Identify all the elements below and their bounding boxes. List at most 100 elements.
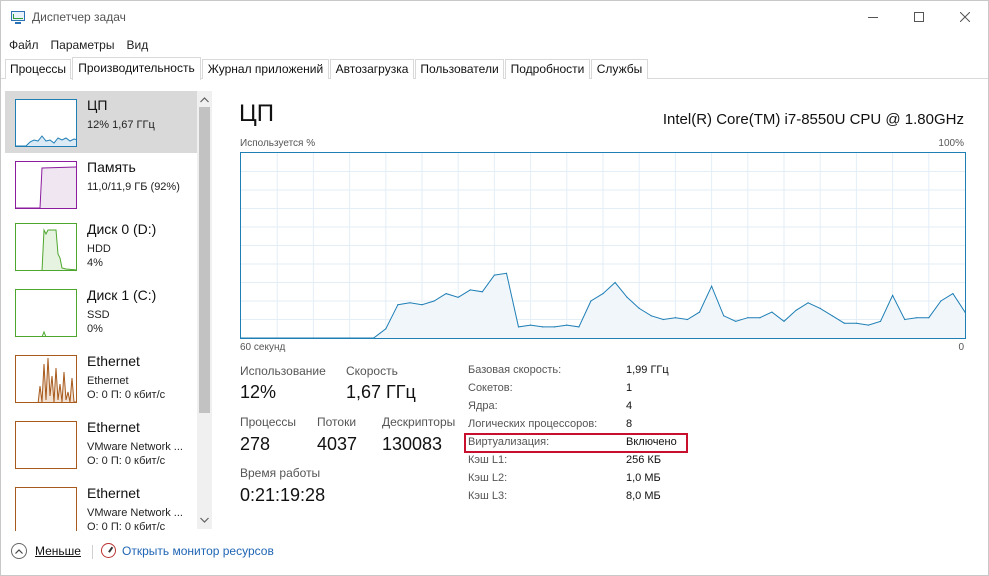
menu-view[interactable]: Вид <box>120 35 154 55</box>
cpu-usage-point <box>807 302 809 304</box>
close-button[interactable] <box>942 1 988 33</box>
cpu-usage-point <box>711 285 713 287</box>
sidebar-item-title: ЦП <box>87 97 108 113</box>
sidebar-item-detail: VMware Network ... <box>87 441 183 453</box>
cpu-usage-point <box>590 300 592 302</box>
uptime-label: Время работы <box>240 466 321 480</box>
cpu-usage-point <box>433 300 435 302</box>
menu-file[interactable]: Файл <box>3 35 45 55</box>
sidebar-item-ethernet-2[interactable]: Ethernet VMware Network ... О: 0 П: 0 кб… <box>5 413 197 475</box>
usage-value: 12% <box>240 382 277 402</box>
sidebar-item-detail: 12% 1,67 ГГц <box>87 119 155 131</box>
cpu-usage-point <box>747 317 749 319</box>
cpu-usage-point <box>542 326 544 328</box>
cpu-usage-point <box>554 326 556 328</box>
usage-label: Использование <box>240 364 326 378</box>
logical-processors-value: 8 <box>626 418 633 430</box>
open-resource-monitor-link[interactable]: Открыть монитор ресурсов <box>101 543 274 558</box>
minimize-button[interactable] <box>850 1 896 33</box>
graph-y-max-label: 100% <box>938 138 964 149</box>
logical-processors-label: Логических процессоров: <box>468 418 598 430</box>
scroll-up-button[interactable] <box>197 93 212 107</box>
sidebar-item-ethernet-1[interactable]: Ethernet Ethernet О: 0 П: 0 кбит/с <box>5 347 197 409</box>
menu-options[interactable]: Параметры <box>45 35 121 55</box>
sidebar-item-title: Ethernet <box>87 353 140 369</box>
cpu-usage-point <box>481 291 483 293</box>
tab-services[interactable]: Службы <box>591 59 648 79</box>
cpu-usage-point <box>240 337 242 339</box>
sidebar-item-detail-2: О: 0 П: 0 кбит/с <box>87 455 166 467</box>
title-bar: Диспетчер задач <box>1 1 988 33</box>
sockets-label: Сокетов: <box>468 382 513 394</box>
scroll-down-button[interactable] <box>197 513 212 527</box>
sidebar-item-title: Ethernet <box>87 485 140 501</box>
task-manager-window: Диспетчер задач Файл Параметры Вид Проце… <box>0 0 989 576</box>
cpu-usage-point <box>469 289 471 291</box>
sidebar-item-ethernet-3[interactable]: Ethernet VMware Network ... О: 0 П: 0 кб… <box>5 479 197 531</box>
ethernet-3-thumbnail <box>15 487 77 531</box>
maximize-button[interactable] <box>896 1 942 33</box>
sidebar-item-detail: SSD <box>87 309 110 321</box>
sidebar-item-disk0[interactable]: Диск 0 (D:) HDD 4% <box>5 215 197 277</box>
resource-monitor-icon <box>101 543 116 558</box>
sidebar-item-memory[interactable]: Память 11,0/11,9 ГБ (92%) <box>5 153 197 215</box>
cpu-usage-point <box>457 296 459 298</box>
ethernet-2-thumbnail <box>15 421 77 469</box>
cache-l1-label: Кэш L1: <box>468 454 508 466</box>
cache-l2-value: 1,0 МБ <box>626 472 661 484</box>
tab-users[interactable]: Пользователи <box>415 59 504 79</box>
tab-processes[interactable]: Процессы <box>5 59 71 79</box>
close-icon <box>960 12 970 22</box>
cpu-usage-point <box>445 293 447 295</box>
tab-performance[interactable]: Производительность <box>72 57 201 80</box>
cache-l3-value: 8,0 МБ <box>626 490 661 502</box>
speed-label: Скорость <box>346 364 398 378</box>
chevron-down-icon <box>200 517 209 523</box>
cpu-usage-point <box>626 296 628 298</box>
cpu-usage-point <box>723 315 725 317</box>
speed-value: 1,67 ГГц <box>346 382 416 402</box>
threads-value: 4037 <box>317 434 358 454</box>
tab-startup[interactable]: Автозагрузка <box>330 59 414 79</box>
cpu-usage-point <box>698 311 701 313</box>
sidebar-item-title: Ethernet <box>87 419 140 435</box>
chevron-up-icon <box>200 97 209 103</box>
fewer-details-button[interactable]: Меньше <box>11 543 81 559</box>
fewer-details-label: Меньше <box>35 544 81 558</box>
cpu-usage-point <box>385 328 387 330</box>
sidebar-item-title: Память <box>87 159 136 175</box>
sidebar-item-title: Диск 0 (D:) <box>87 221 157 237</box>
handles-label: Дескрипторы <box>382 415 456 429</box>
cpu-usage-point <box>783 320 785 322</box>
cpu-usage-point <box>505 272 508 274</box>
sidebar-item-disk1[interactable]: Диск 1 (C:) SSD 0% <box>5 281 197 343</box>
sockets-value: 1 <box>626 382 633 394</box>
cpu-usage-point <box>686 318 689 321</box>
base-speed-value: 1,99 ГГц <box>626 364 669 376</box>
base-speed-label: Базовая скорость: <box>468 364 562 376</box>
cpu-usage-point <box>662 318 664 321</box>
disk0-thumbnail <box>15 223 77 271</box>
tab-details[interactable]: Подробности <box>505 59 590 79</box>
sidebar-scrollbar[interactable] <box>197 91 212 529</box>
tab-app-history[interactable]: Журнал приложений <box>202 59 329 79</box>
footer-bar: Меньше Открыть монитор ресурсов <box>1 537 988 567</box>
sidebar-item-detail: HDD <box>87 243 111 255</box>
processes-value: 278 <box>240 434 271 454</box>
cpu-usage-point <box>795 309 797 311</box>
open-resource-monitor-label: Открыть монитор ресурсов <box>122 543 274 558</box>
window-title: Диспетчер задач <box>32 10 126 24</box>
scroll-thumb[interactable] <box>199 107 210 413</box>
sidebar-item-cpu[interactable]: ЦП 12% 1,67 ГГц <box>5 91 197 153</box>
threads-label: Потоки <box>317 415 357 429</box>
cpu-usage-point <box>831 315 833 317</box>
cores-value: 4 <box>626 400 633 412</box>
cpu-usage-point <box>759 317 761 319</box>
handles-value: 130083 <box>382 434 443 454</box>
cpu-usage-point <box>421 304 423 306</box>
virtualization-highlight <box>464 433 688 453</box>
sidebar-item-detail: 11,0/11,9 ГБ (92%) <box>87 181 180 193</box>
cpu-model-name: Intel(R) Core(TM) i7-8550U CPU @ 1.80GHz <box>662 111 964 128</box>
cpu-usage-point <box>735 320 737 322</box>
sidebar-item-detail-2: 0% <box>87 323 103 335</box>
